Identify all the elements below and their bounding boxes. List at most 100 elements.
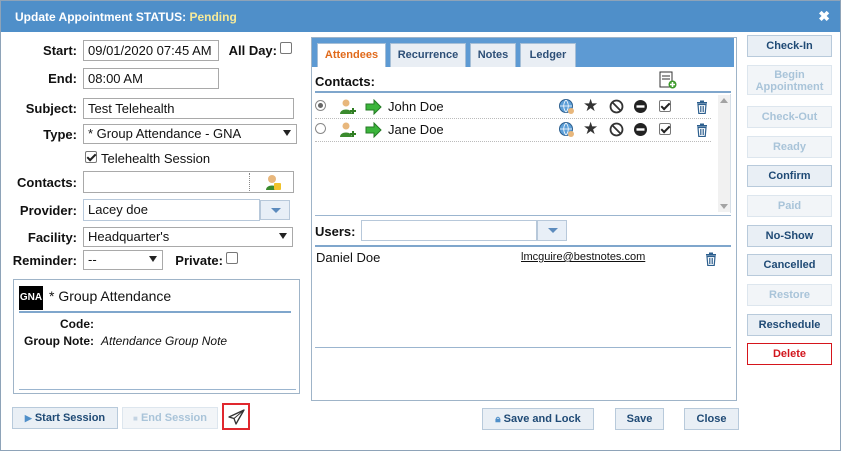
cancelled-button[interactable]: Cancelled — [747, 254, 832, 276]
contacts-input[interactable] — [83, 171, 294, 193]
stop-icon: ■ — [133, 414, 138, 423]
users-bottom-line — [315, 347, 731, 348]
chevron-down-icon — [279, 233, 287, 239]
chevron-down-icon — [283, 130, 291, 136]
contact-checkbox[interactable] — [659, 100, 671, 112]
contacts-header: Contacts: — [315, 74, 375, 89]
block-icon[interactable] — [609, 99, 624, 114]
contact-name: John Doe — [388, 99, 444, 114]
contact-row: John Doe ★ — [315, 96, 711, 119]
contact-radio[interactable] — [315, 100, 326, 111]
remove-circle-icon[interactable] — [633, 99, 648, 114]
allday-label: All Day: — [228, 43, 277, 58]
contacts-divider — [249, 173, 250, 191]
update-appointment-dialog: Update Appointment STATUS: Pending ✖ Sta… — [0, 0, 841, 451]
contact-person-icon — [340, 99, 356, 114]
start-label: Start: — [43, 43, 77, 58]
provider-input[interactable]: Lacey doe — [83, 199, 260, 221]
type-select[interactable]: * Group Attendance - GNA — [83, 124, 297, 144]
play-icon: ▶ — [24, 413, 32, 423]
tab-bar: Attendees Recurrence Notes Ledger — [312, 38, 734, 67]
contact-radio[interactable] — [315, 123, 326, 134]
start-session-button[interactable]: ▶ Start Session — [12, 407, 118, 429]
save-button[interactable]: Save — [615, 408, 664, 430]
title-bar: Update Appointment STATUS: Pending ✖ — [1, 1, 840, 32]
arrow-right-icon[interactable] — [365, 99, 382, 115]
confirm-button[interactable]: Confirm — [747, 165, 832, 187]
ready-button[interactable]: Ready — [747, 136, 832, 158]
group-note-divider — [19, 311, 291, 313]
trash-icon[interactable] — [696, 100, 708, 114]
dialog-title: Update Appointment STATUS: Pending — [15, 10, 237, 24]
close-icon[interactable]: ✖ — [818, 8, 830, 25]
trash-icon[interactable] — [696, 123, 708, 137]
paid-button[interactable]: Paid — [747, 195, 832, 217]
telehealth-checkbox[interactable] — [85, 151, 97, 163]
save-and-lock-button[interactable]: 🔒︎ Save and Lock — [482, 408, 594, 430]
trash-icon[interactable] — [705, 252, 717, 266]
start-datetime-input[interactable]: 09/01/2020 07:45 AM — [83, 40, 219, 61]
users-input[interactable] — [361, 220, 537, 241]
contacts-scrollbar[interactable] — [718, 95, 730, 212]
begin-appointment-button[interactable]: Begin Appointment — [747, 65, 832, 95]
allday-checkbox[interactable] — [280, 42, 292, 54]
end-label: End: — [48, 71, 77, 86]
star-icon[interactable]: ★ — [583, 119, 598, 139]
private-label: Private: — [175, 253, 223, 268]
type-select-value: * Group Attendance - GNA — [88, 126, 242, 141]
tab-recurrence[interactable]: Recurrence — [390, 43, 466, 67]
check-in-button[interactable]: Check-In — [747, 35, 832, 57]
user-row: Daniel Doe lmcguire@bestnotes.com — [315, 249, 731, 269]
arrow-right-icon[interactable] — [365, 122, 382, 138]
chevron-down-icon — [149, 256, 157, 262]
scroll-up-icon[interactable] — [720, 98, 728, 103]
no-show-button[interactable]: No-Show — [747, 225, 832, 247]
subject-input[interactable]: Test Telehealth — [83, 98, 294, 119]
user-name: Daniel Doe — [316, 250, 381, 265]
reminder-select[interactable]: -- — [83, 250, 163, 270]
contact-row: Jane Doe ★ — [315, 119, 711, 142]
status-text: Pending — [189, 10, 237, 24]
contact-lookup-icon[interactable] — [264, 173, 282, 191]
group-note-label: Group Note: — [24, 334, 94, 348]
remove-circle-icon[interactable] — [633, 122, 648, 137]
reschedule-button[interactable]: Reschedule — [747, 314, 832, 336]
star-icon[interactable]: ★ — [583, 96, 598, 116]
tab-notes[interactable]: Notes — [470, 43, 516, 67]
close-button[interactable]: Close — [684, 408, 739, 430]
facility-label: Facility: — [27, 230, 77, 245]
gna-badge: GNA — [19, 286, 43, 310]
contact-name: Jane Doe — [388, 122, 444, 137]
start-session-label: Start Session — [34, 412, 106, 424]
scroll-down-icon[interactable] — [720, 204, 728, 209]
lock-icon: 🔒︎ — [495, 414, 501, 425]
end-session-button[interactable]: ■ End Session — [122, 407, 218, 429]
reminder-select-value: -- — [88, 252, 97, 267]
block-icon[interactable] — [609, 122, 624, 137]
tab-attendees[interactable]: Attendees — [317, 43, 386, 67]
user-email-link[interactable]: lmcguire@bestnotes.com — [521, 251, 645, 263]
users-top-line — [315, 215, 731, 216]
globe-user-icon[interactable] — [558, 121, 576, 139]
send-button-highlight[interactable] — [222, 403, 250, 430]
subject-label: Subject: — [25, 101, 77, 116]
users-header-divider — [315, 245, 731, 247]
users-dropdown-button[interactable] — [537, 220, 567, 241]
code-label: Code: — [60, 317, 94, 331]
facility-select[interactable]: Headquarter's — [83, 227, 293, 247]
reminder-label: Reminder: — [12, 253, 77, 268]
contact-person-icon — [340, 122, 356, 137]
restore-button[interactable]: Restore — [747, 284, 832, 306]
private-checkbox[interactable] — [226, 252, 238, 264]
check-out-button[interactable]: Check-Out — [747, 106, 832, 128]
delete-button[interactable]: Delete — [747, 343, 832, 365]
provider-dropdown-button[interactable] — [260, 200, 290, 220]
telehealth-label: Telehealth Session — [101, 151, 211, 166]
group-note-bottom-line — [19, 389, 296, 390]
paper-plane-icon[interactable] — [228, 409, 245, 425]
tab-ledger[interactable]: Ledger — [520, 43, 576, 67]
end-time-input[interactable]: 08:00 AM — [83, 68, 219, 89]
add-note-icon[interactable] — [659, 71, 677, 89]
globe-user-icon[interactable] — [558, 98, 576, 116]
contact-checkbox[interactable] — [659, 123, 671, 135]
